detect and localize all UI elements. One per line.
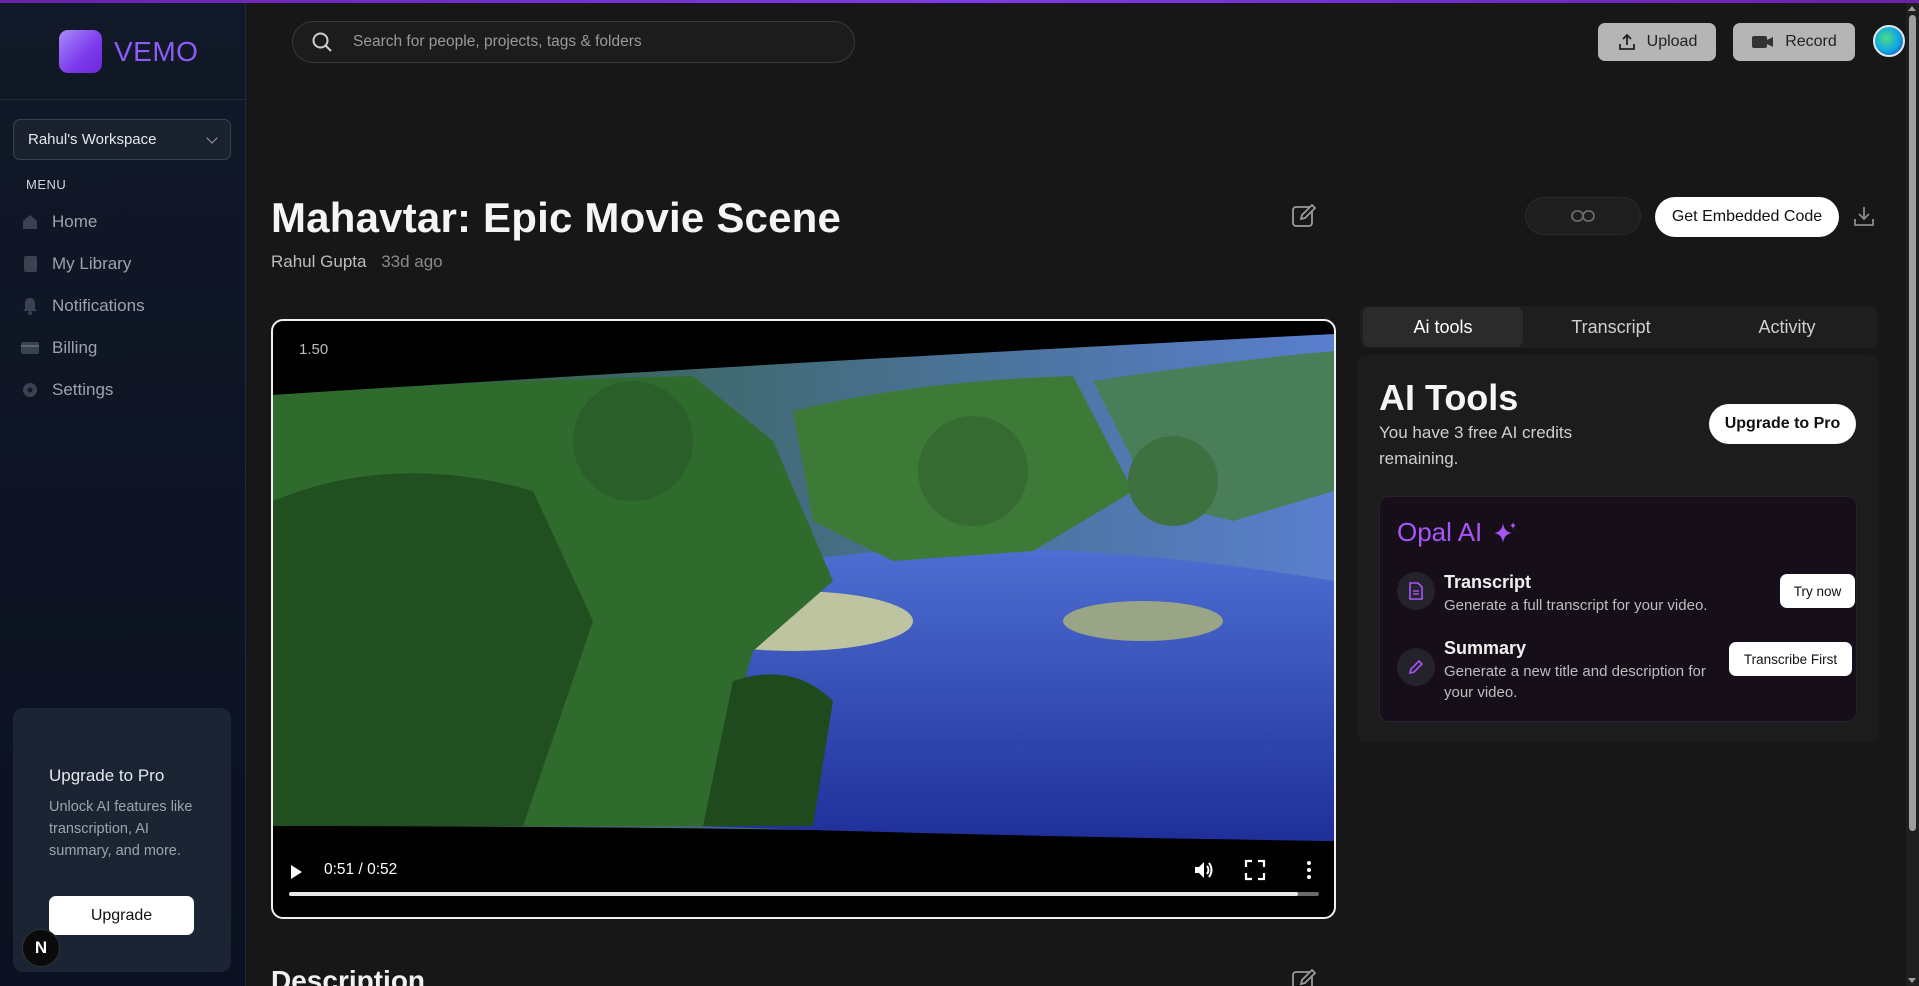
sidebar-nav: Home My Library Notifications Billing Se…	[20, 201, 230, 411]
sidebar-divider	[0, 99, 246, 100]
sidebar-item-label: Billing	[52, 338, 98, 357]
sidebar-item-notifications[interactable]: Notifications	[20, 285, 230, 327]
more-options-icon[interactable]	[1298, 859, 1320, 881]
sparkle-icon	[1494, 521, 1517, 543]
home-icon	[23, 215, 37, 229]
transcribe-first-button[interactable]: Transcribe First	[1729, 642, 1852, 676]
menu-label: MENU	[26, 177, 67, 192]
sidebar-item-home[interactable]: Home	[20, 201, 230, 243]
author-name: Rahul Gupta	[271, 252, 367, 271]
opal-ai-title-text: Opal AI	[1397, 517, 1483, 547]
search-input[interactable]	[353, 33, 813, 51]
summary-feature: Summary Generate a new title and descrip…	[1397, 638, 1852, 708]
video-meta: Rahul Gupta 33d ago	[271, 252, 443, 272]
upgrade-card-title: Upgrade to Pro	[49, 766, 165, 785]
video-age: 33d ago	[381, 252, 443, 271]
embed-code-button[interactable]: Get Embedded Code	[1655, 197, 1839, 237]
scroll-down-arrow-icon[interactable]	[1908, 978, 1916, 983]
try-now-button[interactable]: Try now	[1780, 574, 1855, 608]
video-progress-fill	[289, 892, 1299, 896]
sidebar-item-label: Home	[52, 212, 98, 231]
video-controls: 0:51 / 0:52	[273, 841, 1334, 917]
video-progress-bar[interactable]	[289, 892, 1319, 896]
play-icon[interactable]	[291, 865, 302, 879]
tab-ai-tools[interactable]: Ai tools	[1363, 307, 1523, 347]
sidebar-item-settings[interactable]: Settings	[20, 369, 230, 411]
upload-label: Upload	[1646, 33, 1698, 50]
record-label: Record	[1785, 33, 1837, 50]
sidebar-item-label: My Library	[52, 254, 132, 273]
edit-title-icon[interactable]	[1291, 203, 1317, 229]
dev-tools-badge[interactable]: N	[22, 929, 60, 967]
transcript-feature-description: Generate a full transcript for your vide…	[1444, 597, 1708, 614]
record-button[interactable]: Record	[1733, 23, 1855, 61]
playback-speed: 1.50	[299, 341, 329, 358]
search-bar[interactable]	[292, 21, 855, 63]
search-icon	[312, 32, 332, 52]
app-logo[interactable]: VEMO	[59, 30, 198, 73]
upgrade-card-description: Unlock AI features like transcription, A…	[49, 799, 193, 859]
workspace-select[interactable]: Rahul's Workspace	[13, 119, 231, 160]
ai-tools-panel: AI Tools You have 3 free AI credits rema…	[1357, 355, 1879, 743]
transcript-feature-title: Transcript	[1444, 572, 1532, 592]
page-title: Mahavtar: Epic Movie Scene	[271, 194, 842, 241]
chevron-down-icon	[206, 131, 218, 144]
video-player[interactable]: 1.50 0:51 / 0:52	[271, 319, 1336, 919]
top-accent-bar	[0, 0, 1919, 3]
upgrade-button[interactable]: Upgrade	[49, 896, 194, 935]
gear-icon	[23, 383, 37, 397]
page-scrollbar[interactable]	[1906, 3, 1919, 986]
sidebar-item-billing[interactable]: Billing	[20, 327, 230, 369]
copy-link-button[interactable]	[1525, 197, 1641, 235]
edit-description-icon[interactable]	[1291, 968, 1317, 986]
summary-feature-description: Generate a new title and description for…	[1444, 663, 1706, 701]
video-time: 0:51 / 0:52	[324, 861, 398, 878]
tab-activity[interactable]: Activity	[1699, 307, 1875, 347]
scrollbar-thumb[interactable]	[1909, 15, 1916, 831]
opal-ai-card: Opal AI Transcript Generate a full trans…	[1379, 496, 1857, 722]
credit-card-icon	[21, 342, 39, 354]
app-name: VEMO	[114, 35, 199, 67]
tab-transcript[interactable]: Transcript	[1523, 307, 1699, 347]
sidebar-item-label: Settings	[52, 380, 114, 399]
scroll-up-arrow-icon[interactable]	[1908, 6, 1916, 11]
summary-feature-title: Summary	[1444, 638, 1527, 658]
upload-button[interactable]: Upload	[1598, 23, 1716, 61]
library-icon	[24, 256, 37, 272]
link-icon	[1571, 210, 1595, 222]
opal-ai-title: Opal AI	[1397, 517, 1518, 548]
video-frame-image	[273, 334, 1334, 841]
bell-icon	[23, 298, 37, 315]
logo-mark-icon	[59, 30, 102, 73]
avatar[interactable]	[1873, 25, 1905, 57]
video-camera-icon	[1752, 36, 1774, 48]
description-heading: Description	[271, 965, 426, 986]
ai-tools-title: AI Tools	[1379, 377, 1519, 418]
workspace-name: Rahul's Workspace	[28, 131, 157, 148]
ai-credits-text: You have 3 free AI credits remaining.	[1379, 423, 1573, 468]
download-icon[interactable]	[1852, 204, 1876, 228]
document-icon	[1397, 572, 1435, 610]
sidebar: VEMO Rahul's Workspace MENU Home My Libr…	[0, 3, 246, 986]
fullscreen-icon[interactable]	[1244, 859, 1266, 881]
panel-tabs: Ai tools Transcript Activity	[1360, 306, 1878, 348]
sidebar-item-my-library[interactable]: My Library	[20, 243, 230, 285]
pencil-icon	[1397, 648, 1435, 686]
transcript-feature: Transcript Generate a full transcript fo…	[1397, 572, 1855, 622]
sidebar-item-label: Notifications	[52, 296, 145, 315]
volume-icon[interactable]	[1193, 859, 1215, 881]
upgrade-to-pro-button[interactable]: Upgrade to Pro	[1709, 404, 1856, 444]
upload-icon	[1618, 33, 1635, 50]
